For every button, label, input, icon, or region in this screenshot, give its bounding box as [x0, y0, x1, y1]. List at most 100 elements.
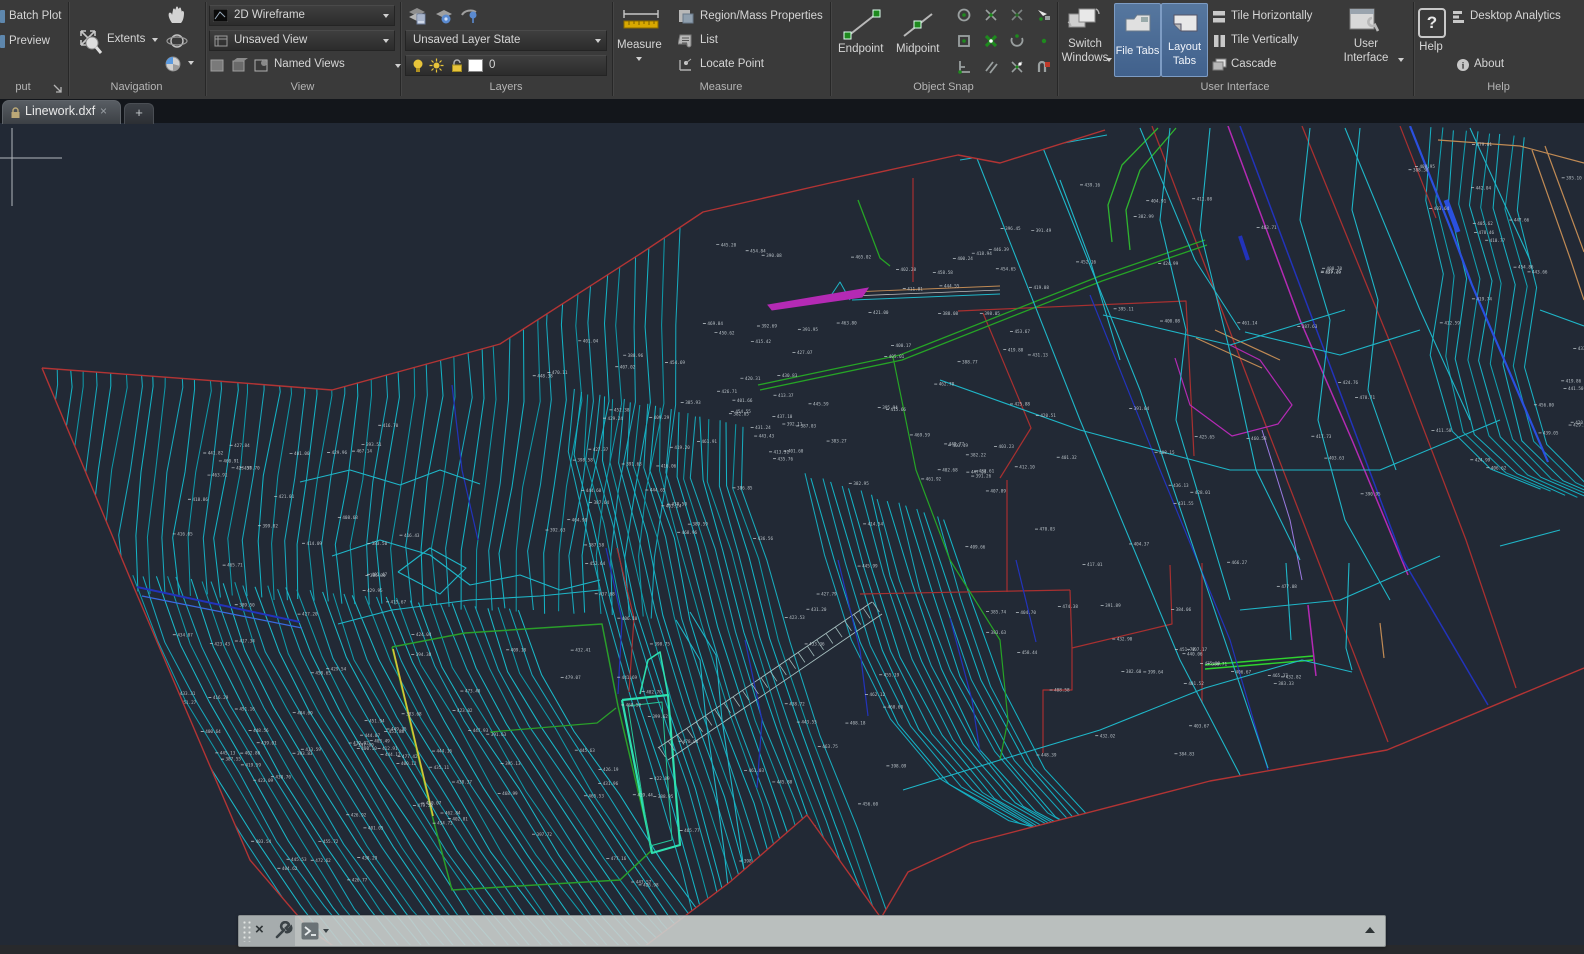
file-tabs-button[interactable]: File Tabs [1114, 3, 1161, 77]
osnap-parallel-icon[interactable] [982, 58, 1000, 76]
extents-dropdown-icon[interactable] [152, 38, 158, 42]
command-close-icon[interactable]: × [255, 921, 264, 938]
view-dropdown-icon[interactable] [383, 39, 389, 43]
svg-text:454.84: 454.84 [750, 248, 766, 254]
svg-text:388.77: 388.77 [962, 359, 978, 365]
layer-color-swatch[interactable] [468, 59, 483, 72]
desktop-analytics-button[interactable]: Desktop Analytics [1470, 9, 1561, 23]
svg-text:430.83: 430.83 [782, 373, 798, 379]
command-prompt-icon[interactable] [301, 922, 319, 940]
command-line-bar[interactable]: × [238, 915, 1386, 947]
tab-close-icon[interactable]: × [100, 104, 107, 118]
view-combo[interactable]: Unsaved View [209, 30, 395, 51]
drawing-canvas[interactable]: 430.83 444.55 391.95 447.09 454.84 419.88 390.… [0, 123, 1584, 954]
command-bar-grip[interactable]: × [239, 916, 295, 946]
switch-windows-dropdown-icon[interactable] [1106, 58, 1112, 62]
svg-text:427.20: 427.20 [302, 612, 318, 618]
view-cube2-icon[interactable] [231, 57, 249, 73]
cad-polyline [757, 239, 1206, 386]
cascade-button[interactable]: Cascade [1231, 57, 1276, 71]
osnap-insert-icon[interactable] [1035, 58, 1053, 76]
preview-button[interactable]: Preview [9, 34, 50, 48]
layer-name: 0 [489, 59, 496, 71]
measure-button[interactable]: Measure [617, 38, 662, 52]
osnap-dot-icon[interactable] [1035, 32, 1053, 50]
drag-grip-icon[interactable] [242, 920, 252, 942]
svg-text:463.91: 463.91 [212, 473, 228, 479]
tile-horizontally-button[interactable]: Tile Horizontally [1231, 9, 1312, 23]
user-interface-button[interactable]: User [1344, 37, 1388, 51]
command-history-up-icon[interactable] [1365, 927, 1375, 933]
svg-text:403.49: 403.49 [374, 738, 390, 744]
locate-point-button[interactable]: Locate Point [700, 57, 764, 71]
layer-state-combo[interactable]: Unsaved Layer State [405, 30, 607, 51]
view-cube-icon[interactable] [209, 57, 227, 73]
pan-hand-icon[interactable] [166, 5, 188, 25]
svg-text:466.27: 466.27 [1232, 560, 1248, 566]
help-panel-label: Help [1487, 81, 1510, 93]
batch-plot-button[interactable]: Batch Plot [9, 9, 61, 23]
svg-text:414.54: 414.54 [868, 521, 884, 527]
layer-isolate-icon[interactable] [459, 6, 481, 26]
svg-text:420.51: 420.51 [1040, 413, 1056, 419]
zoom-extents-button[interactable]: Extents [107, 32, 145, 46]
svg-text:445.20: 445.20 [721, 242, 737, 248]
named-views-icon[interactable] [253, 57, 271, 73]
osnap-x2-icon[interactable] [1008, 6, 1026, 24]
measure-dropdown-icon[interactable] [636, 57, 642, 61]
svg-text:432.41: 432.41 [575, 648, 591, 654]
svg-text:439.16: 439.16 [1085, 182, 1101, 188]
layer-combo[interactable]: 0 [395, 55, 607, 76]
layout-tabs-button[interactable]: Layout Tabs [1161, 3, 1208, 77]
midpoint-button[interactable]: Midpoint [896, 42, 939, 56]
layer-settings-icon[interactable] [433, 6, 455, 26]
svg-text:393.83: 393.83 [297, 751, 313, 757]
command-input[interactable] [325, 918, 1357, 946]
layer-freeze-sun-icon[interactable] [429, 58, 444, 73]
tile-vertically-button[interactable]: Tile Vertically [1231, 33, 1298, 47]
osnap-circle-icon[interactable] [955, 6, 973, 24]
osnap-perp-icon[interactable] [955, 58, 973, 76]
zoom-extents-icon[interactable] [72, 22, 104, 58]
document-tab[interactable]: Linework.dxf × [2, 100, 121, 124]
layer-on-bulb-icon[interactable] [411, 58, 425, 73]
visual-style-dropdown-icon[interactable] [383, 14, 389, 18]
orbit-icon[interactable] [166, 31, 188, 51]
switch-windows-button[interactable]: Switch [1063, 37, 1107, 51]
svg-text:408.18: 408.18 [850, 721, 866, 727]
visual-style-combo[interactable]: 2D Wireframe [209, 5, 395, 26]
layer-properties-icon[interactable] [407, 6, 429, 26]
wheel-dropdown-icon[interactable] [188, 61, 194, 65]
svg-text:470.11: 470.11 [552, 370, 568, 376]
layer-dropdown-icon[interactable] [395, 64, 401, 68]
svg-text:451.94: 451.94 [369, 718, 385, 724]
osnap-xbox-icon[interactable] [982, 32, 1000, 50]
list-button[interactable]: List [700, 33, 718, 47]
osnap-nearx-icon[interactable] [1008, 58, 1026, 76]
svg-text:406.10: 406.10 [622, 616, 638, 622]
contour-fan [42, 148, 684, 619]
osnap-near-icon[interactable] [1035, 6, 1053, 24]
user-interface-dropdown-icon[interactable] [1398, 58, 1404, 62]
new-tab-button[interactable]: + [124, 103, 154, 124]
svg-text:419.44: 419.44 [637, 792, 653, 798]
customize-wrench-icon[interactable] [273, 921, 293, 941]
steering-wheel-icon[interactable] [163, 54, 185, 74]
about-button[interactable]: About [1474, 57, 1504, 71]
svg-text:399.62: 399.62 [652, 714, 668, 720]
svg-text:426.98: 426.98 [643, 882, 659, 888]
named-views-button[interactable]: Named Views [274, 57, 345, 71]
endpoint-button[interactable]: Endpoint [838, 42, 883, 56]
help-button[interactable]: Help [1416, 40, 1446, 54]
panel-launcher-icon[interactable] [53, 84, 63, 94]
svg-text:474.38: 474.38 [1062, 604, 1078, 610]
osnap-tangent-icon[interactable] [1008, 32, 1026, 50]
layer-lock-icon[interactable] [450, 58, 465, 73]
osnap-square-icon[interactable] [955, 32, 973, 50]
region-mass-button[interactable]: Region/Mass Properties [700, 9, 823, 23]
svg-text:404.70: 404.70 [1020, 610, 1036, 616]
layer-state-dropdown-icon[interactable] [595, 39, 601, 43]
svg-text:424.76: 424.76 [1343, 380, 1359, 386]
osnap-x-icon[interactable] [982, 6, 1000, 24]
svg-text:401.00: 401.00 [294, 451, 310, 457]
